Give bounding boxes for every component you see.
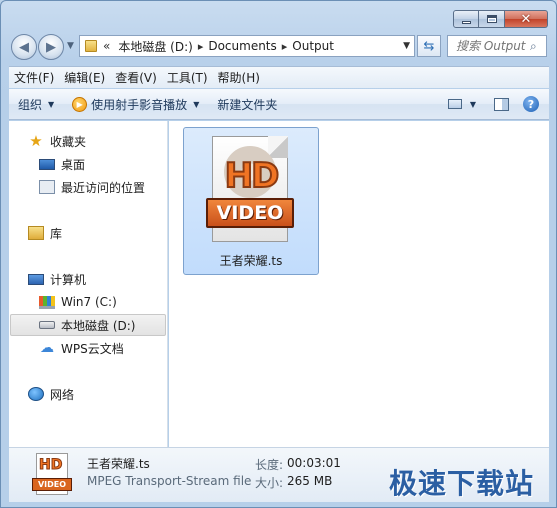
change-view-icon[interactable] [447,99,462,109]
close-icon: ✕ [520,11,532,27]
nav-favorites[interactable]: ★ 收藏夹 [28,130,86,152]
recent-places-icon [39,180,55,194]
organize-button[interactable]: 组织 ▼ [9,89,63,120]
hd-video-file-icon: HD VIDEO [31,453,73,497]
video-badge: VIDEO [32,478,72,491]
search-box[interactable]: ⌕ [447,35,547,57]
breadcrumb-output[interactable]: Output [292,39,334,53]
menu-help[interactable]: 帮助(H) [213,67,265,89]
nav-label: 网络 [50,387,75,402]
navigation-pane: ★ 收藏夹 桌面 最近访问的位置 库 计算机 Win7 (C:) 本地磁盘 (D… [9,121,168,447]
address-overflow[interactable]: « [103,39,110,53]
address-bar[interactable]: « 本地磁盘 (D:) ▸ Documents ▸ Output ▼ [79,35,415,57]
play-with-label: 使用射手影音播放 [91,97,188,112]
hd-badge: HD [224,155,281,197]
hd-video-file-icon: HD VIDEO [206,136,294,246]
minimize-icon [461,20,471,24]
details-file-name: 王者荣耀.ts [87,457,150,471]
network-icon [28,387,44,401]
library-icon [28,226,44,240]
hard-disk-icon [39,321,55,329]
nav-computer[interactable]: 计算机 [28,268,86,290]
watermark-text: 极速下载站 [389,467,535,500]
nav-label: Win7 (C:) [61,295,117,309]
details-duration-value: 00:03:01 [287,456,341,470]
folder-icon [85,40,97,52]
windows-drive-icon [39,295,55,309]
command-bar: 组织 ▼ ▶ 使用射手影音播放 ▼ 新建文件夹 ▼ ? [9,89,549,120]
nav-label: WPS云文档 [61,341,124,356]
breadcrumb-separator[interactable]: ▸ [282,40,288,53]
view-options-dropdown[interactable]: ▼ [470,100,476,109]
chevron-down-icon[interactable]: ▼ [403,41,410,51]
details-file-type: MPEG Transport-Stream file [87,474,252,488]
nav-libraries[interactable]: 库 [28,222,62,244]
breadcrumb-separator[interactable]: ▸ [198,40,204,53]
refresh-button[interactable]: ⇆ [417,35,441,57]
breadcrumb-drive[interactable]: 本地磁盘 (D:) [118,38,192,55]
star-icon: ★ [29,132,43,150]
nav-wps-cloud[interactable]: ☁ WPS云文档 [39,337,124,359]
nav-recent-places[interactable]: 最近访问的位置 [39,176,145,198]
nav-label: 收藏夹 [50,134,87,149]
details-size-label: 大小: [255,476,284,490]
menu-tools[interactable]: 工具(T) [162,67,213,89]
caption-buttons: ✕ [453,10,548,28]
forward-button[interactable]: ▶ [38,34,64,60]
menu-edit[interactable]: 编辑(E) [59,67,110,89]
video-badge: VIDEO [206,198,294,228]
menu-bar: 文件(F) 编辑(E) 查看(V) 工具(T) 帮助(H) [9,66,549,88]
help-icon[interactable]: ? [523,96,539,112]
breadcrumb-documents[interactable]: Documents [208,39,276,53]
explorer-window: ✕ ◀ ▶ ▼ « 本地磁盘 (D:) ▸ Documents ▸ Output… [0,0,557,508]
new-folder-label: 新建文件夹 [217,97,278,112]
search-icon[interactable]: ⌕ [530,39,537,54]
close-button[interactable]: ✕ [505,10,548,28]
details-pane: HD VIDEO 王者荣耀.ts MPEG Transport-Stream f… [9,447,549,502]
view-controls: ▼ ? [447,96,549,112]
nav-drive-d[interactable]: 本地磁盘 (D:) [10,314,166,336]
nav-label: 最近访问的位置 [61,180,146,195]
nav-label: 桌面 [61,157,86,172]
nav-desktop[interactable]: 桌面 [39,153,85,175]
file-item[interactable]: HD VIDEO 王者荣耀.ts [183,127,319,275]
menu-file[interactable]: 文件(F) [9,67,59,89]
maximize-button[interactable] [479,10,505,28]
arrow-right-icon: ▶ [46,39,56,55]
refresh-icon: ⇆ [423,38,435,54]
play-with-button[interactable]: ▶ 使用射手影音播放 ▼ [63,89,208,120]
preview-pane-icon[interactable] [494,97,509,111]
nav-label: 库 [50,226,63,241]
arrow-left-icon: ◀ [19,39,29,55]
nav-drive-c[interactable]: Win7 (C:) [39,291,117,313]
recent-pages-dropdown[interactable]: ▼ [67,41,74,51]
new-folder-button[interactable]: 新建文件夹 [208,89,286,120]
desktop-icon [39,158,55,170]
hd-badge: HD [38,457,63,474]
back-button[interactable]: ◀ [11,34,37,60]
chevron-down-icon: ▼ [193,99,200,109]
details-duration-label: 长度: [255,458,284,472]
details-size-value: 265 MB [287,474,333,488]
file-list: HD VIDEO 王者荣耀.ts [169,121,549,447]
chevron-down-icon: ▼ [48,99,55,109]
file-name: 王者荣耀.ts [219,254,283,268]
nav-label: 计算机 [50,272,87,287]
computer-icon [28,273,44,285]
organize-label: 组织 [18,97,43,112]
nav-network[interactable]: 网络 [28,383,74,405]
nav-label: 本地磁盘 (D:) [61,318,136,333]
cloud-icon: ☁ [40,340,54,356]
minimize-button[interactable] [453,10,479,28]
menu-view[interactable]: 查看(V) [110,67,162,89]
play-icon: ▶ [72,96,88,112]
search-input[interactable] [456,39,528,53]
maximize-icon [486,15,497,23]
